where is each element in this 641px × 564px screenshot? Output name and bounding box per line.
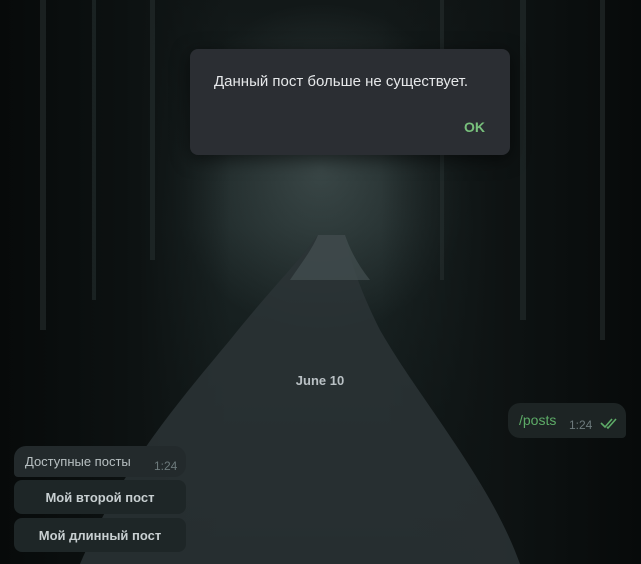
ok-button[interactable]: OK <box>464 119 485 135</box>
alert-dialog: Данный пост больше не существует. OK <box>190 49 510 155</box>
keyboard-button-second-post[interactable]: Мой второй пост <box>14 480 186 514</box>
keyboard-button-long-post[interactable]: Мой длинный пост <box>14 518 186 552</box>
outgoing-message: /posts 1:24 <box>508 403 626 438</box>
chat-window: Данный пост больше не существует. OK Jun… <box>0 0 641 564</box>
incoming-message-text: Доступные посты <box>25 454 131 469</box>
incoming-message-time: 1:24 <box>154 459 178 473</box>
outgoing-message-text[interactable]: /posts <box>519 412 556 428</box>
double-check-icon <box>600 418 617 430</box>
dialog-message: Данный пост больше не существует. <box>214 73 468 90</box>
date-separator: June 10 <box>295 373 345 388</box>
outgoing-message-time: 1:24 <box>569 418 593 432</box>
incoming-message: Доступные посты 1:24 <box>14 446 186 477</box>
